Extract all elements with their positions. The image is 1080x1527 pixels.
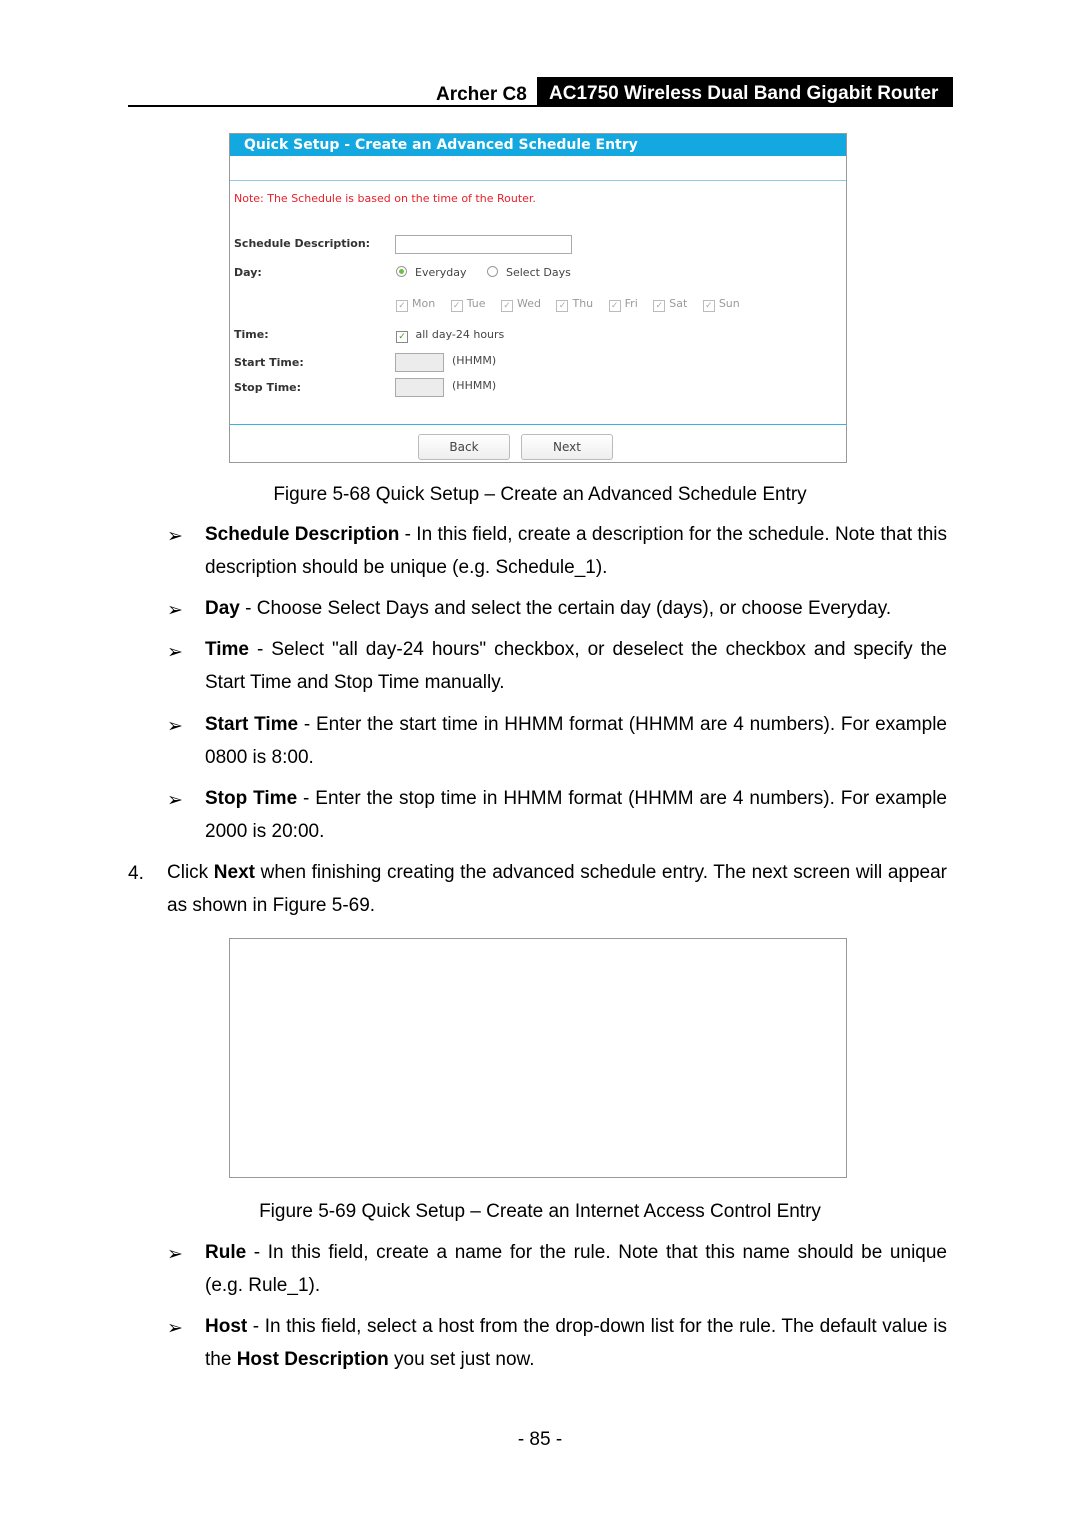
radio-select-days-label: Select Days [506,266,571,279]
bullet-icon: ➢ [167,716,183,737]
radio-everyday[interactable]: Everyday [396,266,467,279]
figure-69-image [229,938,847,1178]
checkbox-icon: ✓ [556,300,569,312]
header-rule [128,105,953,107]
checkbox-sat[interactable]: ✓ Sat [653,297,687,312]
checkbox-tue[interactable]: ✓ Tue [450,297,486,312]
start-time-format: (HHMM) [452,354,497,367]
checkbox-sun[interactable]: ✓ Sun [702,297,740,312]
page-number: - 85 - [517,1429,563,1450]
checkbox-thu[interactable]: ✓ Thu [556,297,593,312]
divider [230,180,846,181]
radio-empty-icon [487,266,498,277]
figure-69-caption: Figure 5-69 Quick Setup – Create an Inte… [259,1201,821,1222]
checkbox-icon: ✓ [450,300,463,312]
checkbox-icon: ✓ [501,300,513,312]
time-label: Time: [234,328,269,341]
checkbox-all-day[interactable]: ✓ all day-24 hours [396,328,504,343]
day-checkboxes: ✓ Mon ✓ Tue ✓ Wed ✓ Thu ✓ Fri ✓ Sat ✓ Sun [396,297,752,312]
bullet-time: Time - Select "all day-24 hours" checkbo… [205,639,947,693]
bullet-icon: ➢ [167,1318,183,1339]
checkbox-icon: ✓ [702,300,715,312]
radio-select-days[interactable]: Select Days [487,266,571,279]
bullet-day: Day - Choose Select Days and select the … [205,598,892,619]
schedule-note: Note: The Schedule is based on the time … [234,192,536,205]
step-4-text: Click Next when finishing creating the a… [167,862,947,916]
checkbox-icon: ✓ [396,300,408,312]
start-time-label: Start Time: [234,356,304,369]
day-label: Day: [234,266,262,279]
start-time-input[interactable] [395,353,444,372]
header-product: AC1750 Wireless Dual Band Gigabit Router [537,77,953,107]
bullet-rule: Rule - In this field, create a name for … [205,1242,947,1296]
back-button[interactable]: Back [418,434,510,460]
next-button[interactable]: Next [521,434,613,460]
bullet-icon: ➢ [167,790,183,811]
header-model: Archer C8 [436,84,527,105]
bullet-icon: ➢ [167,526,183,547]
checkbox-wed[interactable]: ✓ Wed [501,297,541,312]
checkbox-icon: ✓ [608,300,621,312]
schedule-description-label: Schedule Description: [234,237,371,250]
checkbox-mon[interactable]: ✓ Mon [396,297,435,312]
stop-time-format: (HHMM) [452,379,497,392]
schedule-description-input[interactable] [395,235,572,254]
stop-time-input[interactable] [395,378,444,397]
bullet-stop-time: Stop Time - Enter the stop time in HHMM … [205,788,947,842]
bullet-host: Host - In this field, select a host from… [205,1316,947,1370]
checkbox-fri[interactable]: ✓ Fri [608,297,638,312]
bullet-schedule-description: Schedule Description - In this field, cr… [205,524,947,578]
figure-68-screenshot: Quick Setup - Create an Advanced Schedul… [229,133,847,463]
bullet-icon: ➢ [167,1244,183,1265]
bullet-icon: ➢ [167,600,183,621]
stop-time-label: Stop Time: [234,381,302,394]
checkbox-icon: ✓ [653,300,666,312]
figure-68-caption: Figure 5-68 Quick Setup – Create an Adva… [273,484,807,505]
panel-title: Quick Setup - Create an Advanced Schedul… [230,134,846,156]
checkbox-checked-icon: ✓ [396,331,408,343]
document-page: Archer C8 AC1750 Wireless Dual Band Giga… [0,0,1080,1527]
radio-selected-icon [396,266,407,277]
all-day-label: all day-24 hours [415,328,505,341]
divider [230,424,846,425]
step-number: 4. [128,863,144,884]
bullet-start-time: Start Time - Enter the start time in HHM… [205,714,947,768]
bullet-icon: ➢ [167,642,183,663]
radio-everyday-label: Everyday [415,266,467,279]
